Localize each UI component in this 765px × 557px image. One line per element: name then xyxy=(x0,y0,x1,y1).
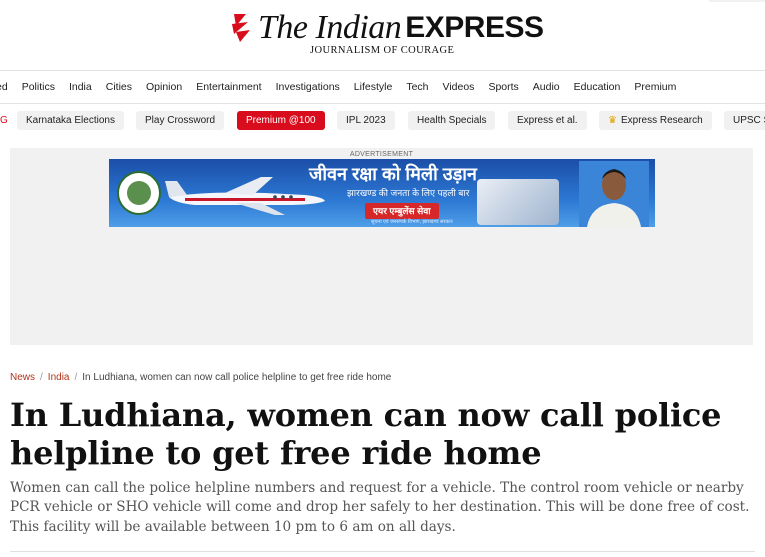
breadcrumb-separator: / xyxy=(40,372,43,383)
ad-service-pill: एयर एम्बुलेंस सेवा xyxy=(365,203,439,219)
chip-premium-100[interactable]: Premium @100 xyxy=(237,111,325,130)
portrait-image xyxy=(579,161,649,227)
ad-footnote: सूचना एवं जनसंपर्क विभाग, झारखण्ड सरकार xyxy=(371,219,453,225)
chip-health-specials[interactable]: Health Specials xyxy=(408,111,496,130)
masthead: The Indian EXPRESS JOURNALISM OF COURAGE xyxy=(0,0,765,70)
chip-karnataka-elections[interactable]: Karnataka Elections xyxy=(17,111,124,130)
chip-partial[interactable]: G xyxy=(0,111,8,130)
corner-decoration xyxy=(709,0,765,2)
nav-item-premium[interactable]: Premium xyxy=(634,81,676,93)
ad-headline: जीवन रक्षा को मिली उड़ान xyxy=(309,164,477,184)
article-headline: In Ludhiana, women can now call police h… xyxy=(10,396,722,472)
chip-express-research[interactable]: ♛ Express Research xyxy=(599,111,712,130)
breadcrumb-india[interactable]: India xyxy=(48,372,70,383)
logo-wordmark-the: The Indian xyxy=(258,9,402,46)
crown-icon: ♛ xyxy=(608,115,617,126)
chip-upsc[interactable]: UPSC S xyxy=(724,111,765,130)
nav-item-education[interactable]: Education xyxy=(574,81,621,93)
article-summary: Women can call the police helpline numbe… xyxy=(10,480,750,535)
nav-item-politics[interactable]: Politics xyxy=(22,81,55,93)
breadcrumb-current: In Ludhiana, women can now call police h… xyxy=(82,372,392,383)
advertisement-label: ADVERTISEMENT xyxy=(349,151,414,158)
chip-ipl-2023[interactable]: IPL 2023 xyxy=(337,111,395,130)
breadcrumb: News / India / In Ludhiana, women can now ca… xyxy=(10,372,391,383)
trending-chips: G Karnataka Elections Play Crossword Pre… xyxy=(0,108,765,134)
logo-wordmark-express: EXPRESS xyxy=(405,11,544,44)
nav-item-videos[interactable]: Videos xyxy=(443,81,475,93)
nav-item-investigations[interactable]: Investigations xyxy=(276,81,340,93)
nav-item-audio[interactable]: Audio xyxy=(533,81,560,93)
nav-item-partial[interactable]: ed xyxy=(0,81,8,93)
government-seal-icon xyxy=(117,171,161,215)
chip-express-research-label: Express Research xyxy=(620,115,703,126)
nav-item-tech[interactable]: Tech xyxy=(406,81,428,93)
ad-subline: झारखण्ड की जनता के लिए पहली बार xyxy=(347,188,470,198)
chip-express-et-al[interactable]: Express et al. xyxy=(508,111,587,130)
nav-item-entertainment[interactable]: Entertainment xyxy=(196,81,261,93)
advertisement-slot: ADVERTISEMENT जीवन रक्षा को मिली उड़ान झ… xyxy=(10,148,753,345)
site-logo[interactable]: The Indian EXPRESS xyxy=(230,9,544,46)
chip-play-crossword[interactable]: Play Crossword xyxy=(136,111,225,130)
nav-item-opinion[interactable]: Opinion xyxy=(146,81,182,93)
nav-item-cities[interactable]: Cities xyxy=(106,81,132,93)
primary-nav: ed Politics India Cities Opinion Enterta… xyxy=(0,70,765,104)
logo-stripes-icon xyxy=(232,14,250,42)
divider xyxy=(10,551,755,552)
nav-item-sports[interactable]: Sports xyxy=(488,81,518,93)
breadcrumb-separator: / xyxy=(74,372,78,383)
aircraft-interior-image xyxy=(477,179,559,225)
masthead-tagline: JOURNALISM OF COURAGE xyxy=(310,45,455,56)
nav-item-india[interactable]: India xyxy=(69,81,92,93)
breadcrumb-news[interactable]: News xyxy=(10,372,35,383)
nav-item-lifestyle[interactable]: Lifestyle xyxy=(354,81,393,93)
ad-banner[interactable]: जीवन रक्षा को मिली उड़ान झारखण्ड की जनता… xyxy=(109,159,655,227)
